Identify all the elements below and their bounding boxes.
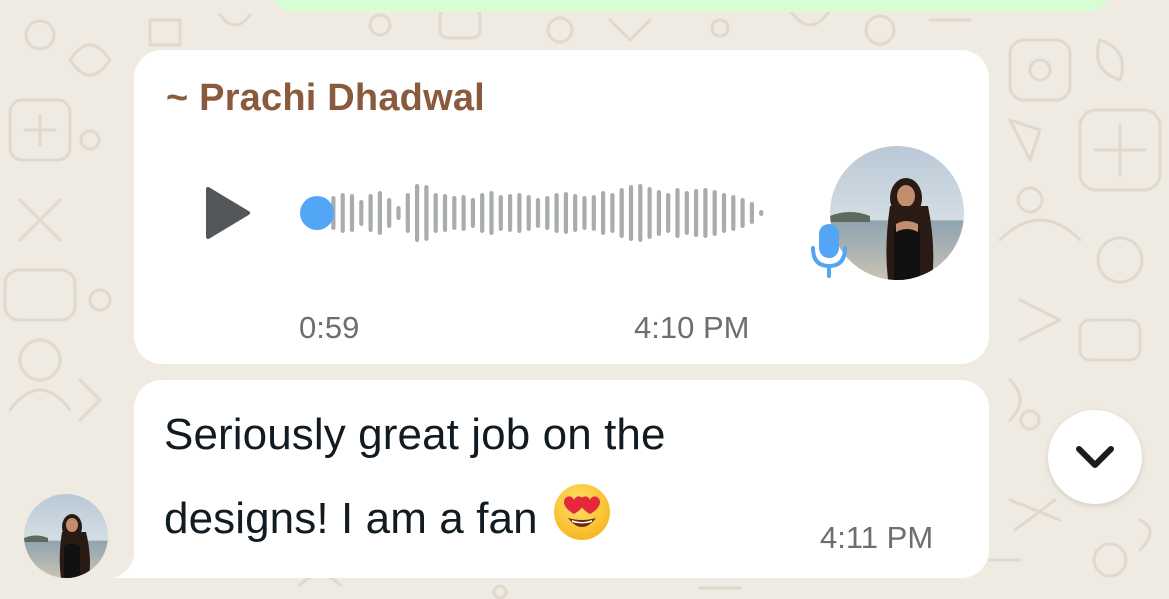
waveform-bar [703,188,708,238]
waveform-bar [461,195,466,231]
waveform-bar [508,194,513,232]
waveform-bar [619,188,624,238]
sender-avatar-small[interactable] [24,494,108,578]
waveform-bar [656,190,661,236]
text-message-bubble[interactable]: Seriously great job on the designs! I am… [134,380,989,578]
waveform-bar [731,195,736,231]
playback-knob[interactable] [300,196,334,230]
waveform-bar [554,193,559,233]
waveform-bar [396,206,401,220]
waveform-bar [470,198,475,228]
chevron-down-icon [1076,446,1114,468]
waveform-bar [377,191,382,235]
waveform-bar [415,184,420,242]
waveform-bar [694,189,699,237]
waveform-bar [591,195,596,231]
voice-duration: 0:59 [299,310,360,345]
waveform-bar [573,194,578,232]
microphone-icon [811,224,847,278]
message-text-line: Seriously great job on the [164,410,666,459]
waveform-bar [405,193,410,233]
audio-waveform[interactable] [300,182,780,244]
waveform-bar [610,193,615,233]
waveform-bar [452,196,457,230]
waveform-bar [424,185,429,241]
waveform-bar [684,191,689,235]
heart-eyes-emoji-icon [552,482,612,553]
waveform-bar [489,191,494,235]
voice-message-bubble[interactable]: ~ Prachi Dhadwal 0:59 4:10 PM [134,50,989,364]
sender-name[interactable]: ~ Prachi Dhadwal [166,77,485,120]
play-icon[interactable] [204,185,252,241]
waveform-bar [517,193,522,233]
waveform-bar [359,200,364,226]
waveform-bar [749,202,754,224]
waveform-bar [433,193,438,233]
waveform-bar [638,184,643,242]
message-timestamp: 4:11 PM [820,520,934,555]
scroll-down-button[interactable] [1048,410,1142,504]
waveform-bar [628,185,634,241]
message-text-line-2: designs! I am a fan [164,484,612,557]
waveform-bar [545,196,550,230]
waveform-bar [675,188,680,238]
waveform-bar [582,196,587,230]
previous-outgoing-bubble [272,0,1110,12]
sender-avatar[interactable] [830,146,964,280]
waveform-bar [721,193,727,233]
waveform-bar [563,192,568,234]
waveform-bar [498,195,503,231]
message-text: designs! I am a fan [164,494,538,544]
waveform-bar [740,198,745,228]
waveform-bar [601,191,606,235]
waveform-bar [340,193,345,233]
waveform-bar [647,187,652,239]
waveform-bar [526,195,531,231]
waveform-bar [535,198,541,228]
waveform-bar [387,198,392,228]
waveform-bar [666,193,671,233]
waveform-bar [442,194,448,232]
waveform-bar [480,193,485,233]
voice-timestamp: 4:10 PM [634,310,750,345]
waveform-bar [759,210,764,216]
waveform-bar [349,194,355,232]
waveform-bar [712,190,717,236]
waveform-bar [368,194,373,232]
